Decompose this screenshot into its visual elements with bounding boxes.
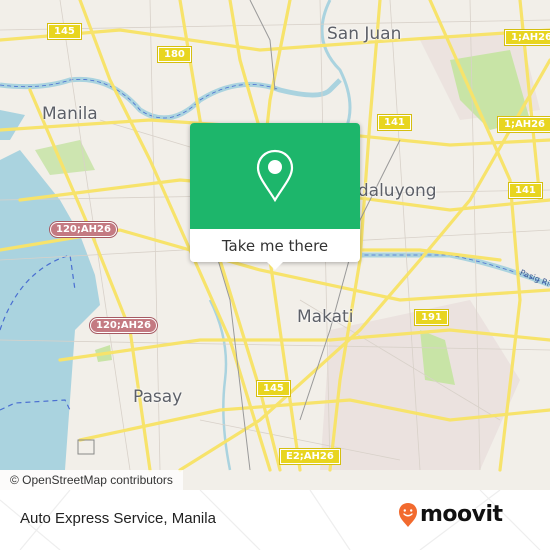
- popup-tail: [267, 262, 283, 270]
- moovit-wordmark: moovit: [420, 502, 503, 527]
- route-shield: 1;AH26: [505, 30, 550, 45]
- location-popup: Take me there: [190, 123, 360, 270]
- popup-header: [190, 123, 360, 229]
- moovit-smile-pin-icon: [399, 503, 417, 527]
- route-shield: 145: [257, 381, 290, 396]
- route-shield: 141: [509, 183, 542, 198]
- take-me-there-button[interactable]: Take me there: [190, 229, 360, 262]
- place-label-manila: Manila: [42, 104, 98, 124]
- map-pin-icon: [256, 149, 294, 203]
- map-attribution[interactable]: © OpenStreetMap contributors: [0, 470, 183, 490]
- place-title: Auto Express Service, Manila: [20, 510, 216, 527]
- place-label-mandaluyong-clip: Mandaluyong: [352, 182, 452, 204]
- place-label-mandaluyong: Mandaluyong: [352, 182, 437, 201]
- route-shield: 141: [378, 115, 411, 130]
- route-shield: 191: [415, 310, 448, 325]
- route-shield: 1;AH26: [498, 117, 550, 132]
- place-label-makati: Makati: [297, 307, 354, 327]
- route-shield: 145: [48, 24, 81, 39]
- place-label-san-juan: San Juan: [327, 24, 402, 44]
- route-shield: E2;AH26: [280, 449, 340, 464]
- route-shield: 180: [158, 47, 191, 62]
- route-shield: 120;AH26: [90, 318, 157, 333]
- route-shield: 120;AH26: [50, 222, 117, 237]
- place-label-pasay: Pasay: [133, 387, 183, 407]
- moovit-logo[interactable]: moovit: [398, 502, 503, 528]
